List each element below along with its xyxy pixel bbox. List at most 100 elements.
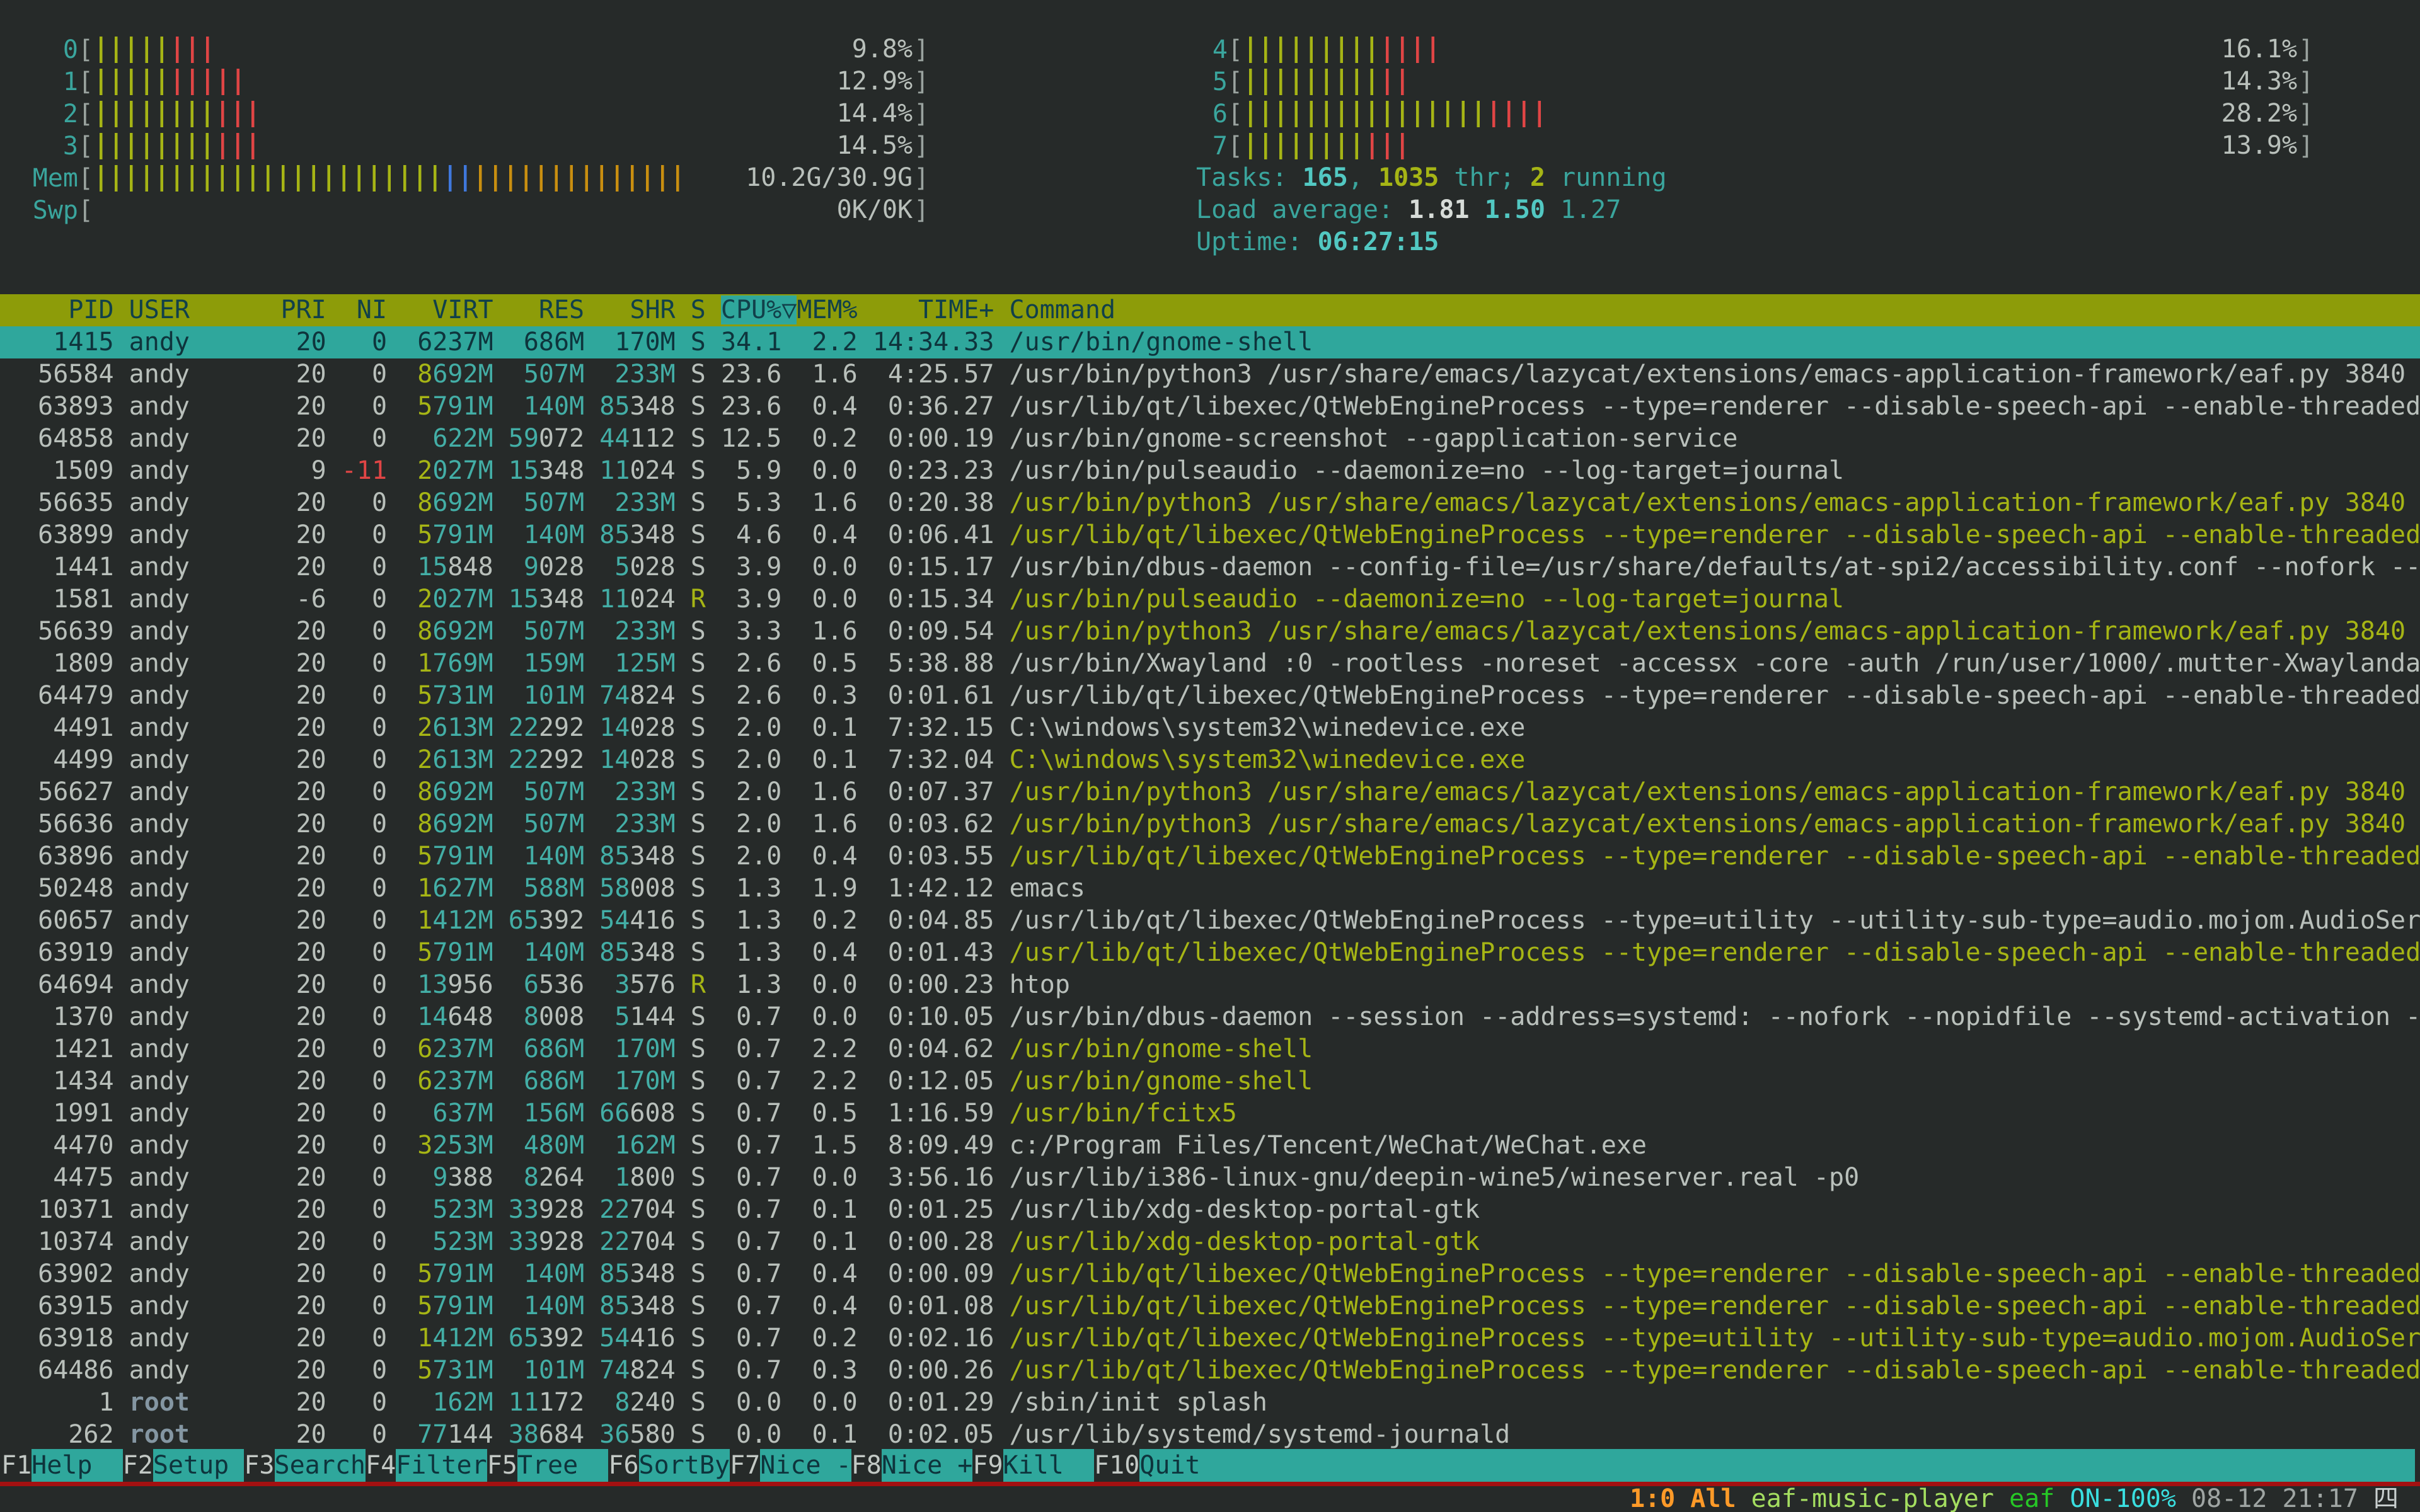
fkey-label: Tree bbox=[517, 1449, 609, 1482]
meter-bar: 10.2G/30.9G bbox=[93, 162, 914, 194]
meter-label: Mem bbox=[20, 164, 78, 193]
tasks-count-segment: , bbox=[1348, 163, 1378, 192]
table-row[interactable]: 262 root 20 0 77144 38684 36580 S 0.0 0.… bbox=[0, 1419, 2420, 1451]
battery-indicator: ON-100% bbox=[2070, 1484, 2191, 1512]
table-row[interactable]: 10374 andy 20 0 523M 33928 22704 S 0.7 0… bbox=[0, 1226, 2420, 1258]
table-row[interactable]: 64694 andy 20 0 13956 6536 3576 R 1.3 0.… bbox=[0, 969, 2420, 1001]
meter-7: 7[13.9%] bbox=[1182, 130, 2313, 162]
table-row[interactable]: 1434 andy 20 0 6237M 686M 170M S 0.7 2.2… bbox=[0, 1065, 2420, 1097]
table-row[interactable]: 4470 andy 20 0 3253M 480M 162M S 0.7 1.5… bbox=[0, 1130, 2420, 1162]
uptime-segment: 06:27:15 bbox=[1318, 227, 1439, 256]
fkey-label: Setup bbox=[153, 1449, 245, 1482]
table-row[interactable]: 4491 andy 20 0 2613M 22292 14028 S 2.0 0… bbox=[0, 712, 2420, 744]
fkey-quit[interactable]: F10Quit bbox=[1094, 1449, 1231, 1482]
meter-open-bracket: [ bbox=[78, 100, 93, 129]
fkey-label: SortBy bbox=[639, 1449, 730, 1482]
table-row[interactable]: 63918 andy 20 0 1412M 65392 54416 S 0.7 … bbox=[0, 1322, 2420, 1354]
meter-bar: 14.3% bbox=[1243, 66, 2298, 98]
meter-swp: Swp[0K/0K] bbox=[20, 194, 929, 226]
fkey-search[interactable]: F3Search bbox=[244, 1449, 366, 1482]
header-col-virt[interactable]: VIRT bbox=[402, 295, 509, 324]
meter-value: 28.2% bbox=[2221, 98, 2297, 130]
header-col-cpu[interactable]: CPU%▽ bbox=[721, 295, 797, 324]
table-row[interactable]: 1421 andy 20 0 6237M 686M 170M S 0.7 2.2… bbox=[0, 1033, 2420, 1065]
table-row[interactable]: 1441 andy 20 0 15848 9028 5028 S 3.9 0.0… bbox=[0, 551, 2420, 583]
meter-close-bracket: ] bbox=[2298, 35, 2313, 64]
fkey-filter[interactable]: F4Filter bbox=[366, 1449, 487, 1482]
table-row[interactable]: 56639 andy 20 0 8692M 507M 233M S 3.3 1.… bbox=[0, 616, 2420, 648]
load-average-segment: 1.27 bbox=[1560, 195, 1621, 224]
meter-mem: Mem[10.2G/30.9G] bbox=[20, 162, 929, 194]
table-row[interactable]: 1809 andy 20 0 1769M 159M 125M S 2.6 0.5… bbox=[0, 648, 2420, 680]
meter-ticks-g bbox=[93, 37, 169, 63]
meter-close-bracket: ] bbox=[914, 100, 929, 129]
fkey-help[interactable]: F1Help bbox=[1, 1449, 123, 1482]
header-col-mem[interactable]: MEM% bbox=[797, 295, 872, 324]
header-col-pri[interactable]: PRI bbox=[280, 295, 341, 324]
header-col-s[interactable]: S bbox=[691, 295, 721, 324]
table-row[interactable]: 63919 andy 20 0 5791M 140M 85348 S 1.3 0… bbox=[0, 937, 2420, 969]
header-col-time[interactable]: TIME+ bbox=[873, 295, 1010, 324]
table-row[interactable]: 63915 andy 20 0 5791M 140M 85348 S 0.7 0… bbox=[0, 1290, 2420, 1322]
header-col-user[interactable]: USER bbox=[129, 295, 281, 324]
meter-ticks-r bbox=[170, 69, 245, 95]
header-col-shr[interactable]: SHR bbox=[599, 295, 691, 324]
tasks-count: Tasks: 165, 1035 thr; 2 running bbox=[1196, 162, 1667, 194]
htop-terminal: 0[9.8%]1[12.9%]2[14.4%]3[14.5%]Mem[10.2G… bbox=[0, 0, 2420, 1512]
meter-close-bracket: ] bbox=[914, 35, 929, 64]
table-row[interactable]: 1581 andy -6 0 2027M 15348 11024 R 3.9 0… bbox=[0, 583, 2420, 616]
meter-ticks-g bbox=[93, 101, 215, 127]
workspace-indicator[interactable]: 1:0 All bbox=[1630, 1484, 1751, 1512]
header-col-command[interactable]: Command bbox=[1009, 295, 1115, 324]
header-col-ni[interactable]: NI bbox=[342, 295, 402, 324]
table-row[interactable]: 1509 andy 9 -11 2027M 15348 11024 S 5.9 … bbox=[0, 455, 2420, 487]
meter-close-bracket: ] bbox=[914, 164, 929, 193]
table-row[interactable]: 56636 andy 20 0 8692M 507M 233M S 2.0 1.… bbox=[0, 808, 2420, 840]
table-row[interactable]: 10371 andy 20 0 523M 33928 22704 S 0.7 0… bbox=[0, 1194, 2420, 1226]
table-row[interactable]: 63893 andy 20 0 5791M 140M 85348 S 23.6 … bbox=[0, 391, 2420, 423]
table-row[interactable]: 64486 andy 20 0 5731M 101M 74824 S 0.7 0… bbox=[0, 1354, 2420, 1387]
table-row[interactable]: 56627 andy 20 0 8692M 507M 233M S 2.0 1.… bbox=[0, 776, 2420, 808]
table-row[interactable]: 1 root 20 0 162M 11172 8240 S 0.0 0.0 0:… bbox=[0, 1387, 2420, 1419]
header-col-res[interactable]: RES bbox=[509, 295, 600, 324]
eaf-tab[interactable]: eaf bbox=[2009, 1484, 2070, 1512]
meter-open-bracket: [ bbox=[1228, 35, 1243, 64]
eaf-music-player-tab[interactable]: eaf-music-player bbox=[1751, 1484, 2009, 1512]
table-row[interactable]: 60657 andy 20 0 1412M 65392 54416 S 1.3 … bbox=[0, 905, 2420, 937]
load-average-segment: 1.81 bbox=[1409, 195, 1484, 224]
fkey-nice-+[interactable]: F8Nice + bbox=[851, 1449, 973, 1482]
table-row[interactable]: 63896 andy 20 0 5791M 140M 85348 S 2.0 0… bbox=[0, 840, 2420, 873]
table-row[interactable]: 64858 andy 20 0 622M 59072 44112 S 12.5 … bbox=[0, 423, 2420, 455]
table-row[interactable]: 63899 andy 20 0 5791M 140M 85348 S 4.6 0… bbox=[0, 519, 2420, 551]
table-row[interactable]: 1991 andy 20 0 637M 156M 66608 S 0.7 0.5… bbox=[0, 1097, 2420, 1130]
tasks-count-segment: running bbox=[1545, 163, 1667, 192]
fkey-setup[interactable]: F2Setup bbox=[123, 1449, 245, 1482]
meter-value: 14.5% bbox=[837, 130, 913, 162]
tasks-count-segment: 165 bbox=[1303, 163, 1348, 192]
header-col-pid[interactable]: PID bbox=[8, 295, 129, 324]
meter-label: 0 bbox=[20, 35, 78, 64]
meter-close-bracket: ] bbox=[2298, 132, 2313, 161]
table-row[interactable]: 63902 andy 20 0 5791M 140M 85348 S 0.7 0… bbox=[0, 1258, 2420, 1290]
fkey-sortby[interactable]: F6SortBy bbox=[608, 1449, 730, 1482]
table-row[interactable]: 50248 andy 20 0 1627M 588M 58008 S 1.3 1… bbox=[0, 873, 2420, 905]
meter-close-bracket: ] bbox=[914, 196, 929, 225]
fkey-tree[interactable]: F5Tree bbox=[487, 1449, 609, 1482]
fkey-number: F1 bbox=[1, 1449, 32, 1482]
table-row[interactable]: 56584 andy 20 0 8692M 507M 233M S 23.6 1… bbox=[0, 358, 2420, 391]
table-row[interactable]: 4475 andy 20 0 9388 8264 1800 S 0.7 0.0 … bbox=[0, 1162, 2420, 1194]
table-row[interactable]: 64479 andy 20 0 5731M 101M 74824 S 2.6 0… bbox=[0, 680, 2420, 712]
table-row[interactable]: 56635 andy 20 0 8692M 507M 233M S 5.3 1.… bbox=[0, 487, 2420, 519]
fkey-kill[interactable]: F9Kill bbox=[972, 1449, 1094, 1482]
meter-3: 3[14.5%] bbox=[20, 130, 929, 162]
fkey-nice--[interactable]: F7Nice - bbox=[730, 1449, 851, 1482]
meter-close-bracket: ] bbox=[914, 132, 929, 161]
meter-bar: 0K/0K bbox=[93, 194, 914, 226]
meter-bar: 9.8% bbox=[93, 33, 914, 66]
load-average-segment: Load average: bbox=[1196, 195, 1409, 224]
meter-ticks-r bbox=[1380, 37, 1440, 63]
table-row[interactable]: 4499 andy 20 0 2613M 22292 14028 S 2.0 0… bbox=[0, 744, 2420, 776]
table-row-selected[interactable]: 1415 andy 20 0 6237M 686M 170M S 34.1 2.… bbox=[0, 326, 2420, 358]
meter-open-bracket: [ bbox=[78, 35, 93, 64]
table-row[interactable]: 1370 andy 20 0 14648 8008 5144 S 0.7 0.0… bbox=[0, 1001, 2420, 1033]
